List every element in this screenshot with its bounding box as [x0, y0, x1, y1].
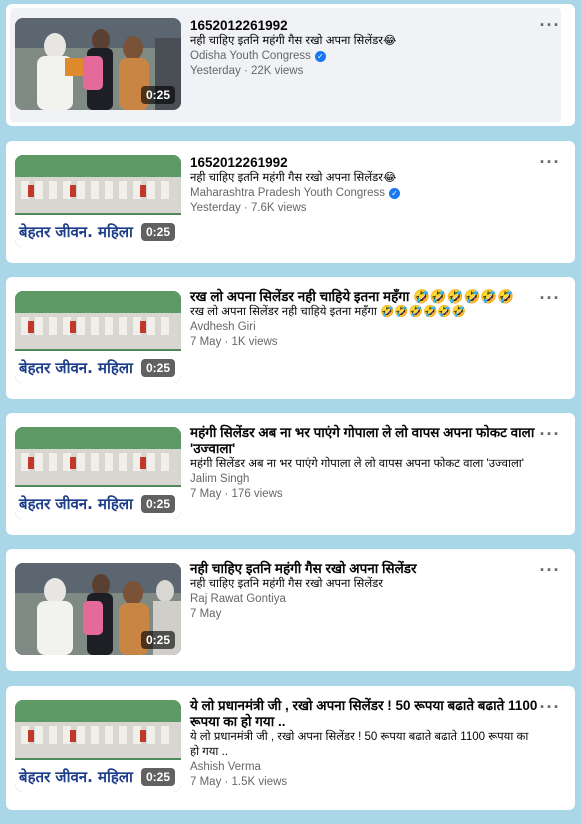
video-info: 1652012261992 नही चाहिए इतनि महंगी गैस र…: [190, 18, 539, 79]
verified-badge-icon: ✓: [388, 188, 400, 199]
banner-text: बेहतर जीवन. महिला: [18, 768, 134, 786]
more-options-icon[interactable]: ···: [539, 698, 561, 718]
video-result-card[interactable]: बेहतर जीवन. महिला 0:25 रख लो अपना सिलेंड…: [6, 277, 575, 399]
video-info: 1652012261992 नही चाहिए इतनि महंगी गैस र…: [190, 155, 539, 216]
video-result-card[interactable]: 0:25 नही चाहिए इतनि महंगी गैस रखो अपना स…: [6, 549, 575, 671]
channel-name[interactable]: Jalim Singh: [190, 472, 539, 487]
channel-label: Maharashtra Pradesh Youth Congress: [190, 187, 385, 199]
video-duration: 0:25: [140, 223, 175, 241]
channel-name[interactable]: Maharashtra Pradesh Youth Congress ✓: [190, 186, 539, 201]
video-title[interactable]: 1652012261992: [190, 18, 539, 34]
video-description: रख लो अपना सिलेंडर नही चाहिये इतना महँगा…: [190, 306, 466, 318]
video-thumbnail[interactable]: बेहतर जीवन. महिला 0:25: [15, 155, 181, 247]
channel-name[interactable]: Odisha Youth Congress ✓: [190, 49, 539, 64]
video-info: रख लो अपना सिलेंडर नही चाहिये इतना महँगा…: [190, 289, 539, 350]
more-options-icon[interactable]: ···: [539, 289, 561, 309]
video-thumbnail[interactable]: बेहतर जीवन. महिला 0:25: [15, 427, 181, 519]
video-description: नही चाहिए इतनि महंगी गैस रखो अपना सिलेंड…: [190, 578, 383, 590]
video-info: महंगी सिलेंडर अब ना भर पाएंगे गोपाला ले …: [190, 425, 539, 502]
video-duration: 0:25: [140, 768, 175, 786]
video-title[interactable]: 1652012261992: [190, 155, 539, 171]
video-title[interactable]: महंगी सिलेंडर अब ना भर पाएंगे गोपाला ले …: [190, 425, 539, 457]
video-thumbnail[interactable]: 0:25: [15, 563, 181, 655]
video-meta: 7 May: [190, 608, 222, 620]
banner-text: बेहतर जीवन. महिला: [18, 359, 134, 377]
video-title[interactable]: रख लो अपना सिलेंडर नही चाहिये इतना महँगा…: [190, 289, 539, 305]
video-description: नही चाहिए इतनि महंगी गैस रखो अपना सिलेंड…: [190, 172, 397, 184]
banner-text: बेहतर जीवन. महिला: [18, 223, 134, 241]
more-options-icon[interactable]: ···: [539, 153, 561, 173]
video-meta: 7 May · 1.5K views: [190, 776, 288, 788]
video-result-card[interactable]: बेहतर जीवन. महिला 0:25 ये लो प्रधानमंत्र…: [6, 686, 575, 810]
video-duration: 0:25: [140, 86, 175, 104]
video-description: ये लो प्रधानमंत्री जी , रखो अपना सिलेंडर…: [190, 731, 529, 758]
banner-text: बेहतर जीवन. महिला: [18, 495, 134, 513]
video-info: नही चाहिए इतनि महंगी गैस रखो अपना सिलेंड…: [190, 561, 539, 622]
more-options-icon[interactable]: ···: [539, 16, 561, 36]
video-result-card[interactable]: बेहतर जीवन. महिला 0:25 महंगी सिलेंडर अब …: [6, 413, 575, 535]
video-duration: 0:25: [140, 359, 175, 377]
channel-name[interactable]: Ashish Verma: [190, 760, 539, 775]
video-description: नही चाहिए इतनि महंगी गैस रखो अपना सिलेंड…: [190, 35, 397, 47]
channel-label: Avdhesh Giri: [190, 321, 256, 333]
video-title[interactable]: ये लो प्रधानमंत्री जी , रखो अपना सिलेंडर…: [190, 698, 539, 730]
more-options-icon[interactable]: ···: [539, 561, 561, 581]
video-thumbnail[interactable]: 0:25: [15, 18, 181, 110]
channel-label: Raj Rawat Gontiya: [190, 593, 286, 605]
video-meta: Yesterday · 7.6K views: [190, 202, 307, 214]
verified-badge-icon: ✓: [314, 51, 326, 62]
more-options-icon[interactable]: ···: [539, 425, 561, 445]
channel-label: Ashish Verma: [190, 761, 261, 773]
video-thumbnail[interactable]: बेहतर जीवन. महिला 0:25: [15, 700, 181, 792]
video-meta: 7 May · 176 views: [190, 488, 283, 500]
video-duration: 0:25: [140, 631, 175, 649]
video-duration: 0:25: [140, 495, 175, 513]
video-meta: Yesterday · 22K views: [190, 65, 304, 77]
channel-name[interactable]: Raj Rawat Gontiya: [190, 592, 539, 607]
video-result-card[interactable]: बेहतर जीवन. महिला 0:25 1652012261992 नही…: [6, 141, 575, 263]
video-description: महंगी सिलेंडर अब ना भर पाएंगे गोपाला ले …: [190, 458, 524, 470]
video-thumbnail[interactable]: बेहतर जीवन. महिला 0:25: [15, 291, 181, 383]
channel-name[interactable]: Avdhesh Giri: [190, 320, 539, 335]
video-title[interactable]: नही चाहिए इतनि महंगी गैस रखो अपना सिलेंड…: [190, 561, 539, 577]
video-result-card[interactable]: 0:25 1652012261992 नही चाहिए इतनि महंगी …: [6, 4, 575, 126]
video-meta: 7 May · 1K views: [190, 336, 278, 348]
channel-label: Odisha Youth Congress: [190, 50, 311, 62]
channel-label: Jalim Singh: [190, 473, 250, 485]
video-info: ये लो प्रधानमंत्री जी , रखो अपना सिलेंडर…: [190, 698, 539, 790]
